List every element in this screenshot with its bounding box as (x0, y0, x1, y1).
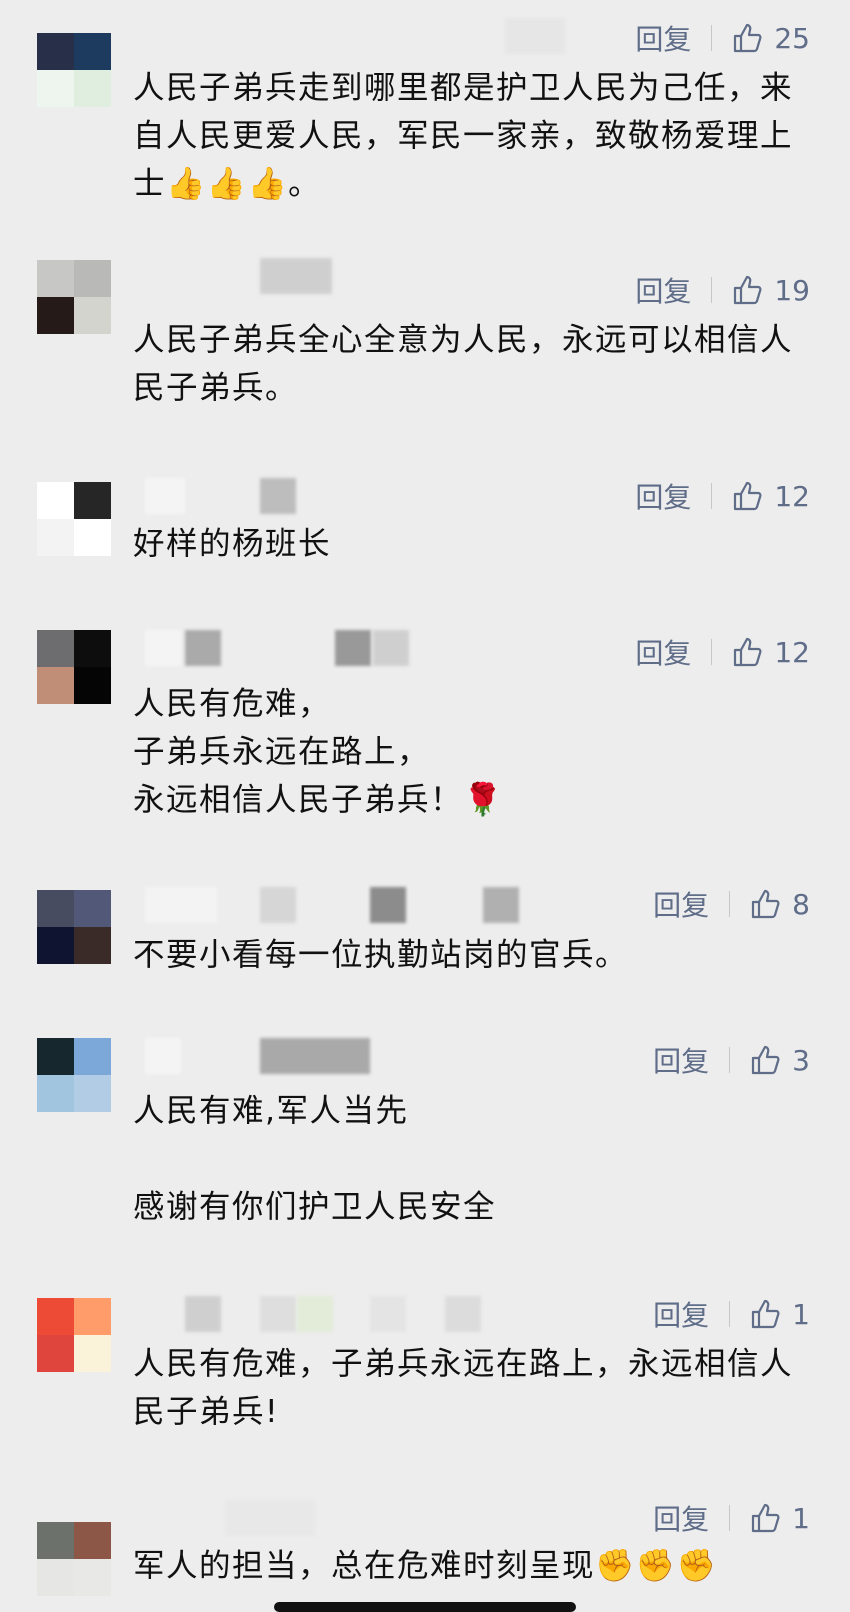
comment-text: 人民有危难，子弟兵永远在路上，永远相信人民子弟兵! (133, 1346, 794, 1430)
thumbs-up-icon[interactable] (732, 274, 764, 306)
avatar-pixel (37, 482, 74, 519)
like-count: 12 (774, 479, 810, 513)
avatar-pixel (37, 630, 74, 667)
avatar-pixel (74, 1522, 111, 1559)
avatar-pixel (74, 1559, 111, 1596)
comment-text: 人民有难,军人当先 感谢有你们护卫人民安全 (133, 1093, 497, 1225)
divider (711, 639, 713, 665)
avatar-pixel (74, 630, 111, 667)
avatar-pixel (37, 667, 74, 704)
avatar-pixel (37, 927, 74, 964)
avatar-pixel (74, 519, 111, 556)
divider (711, 277, 713, 303)
thumbs-up-icon[interactable] (750, 1502, 782, 1534)
reply-button[interactable]: 回复 (635, 18, 691, 58)
avatar-pixel (74, 667, 111, 704)
comment-actions: 回复 8 (653, 884, 810, 924)
comment-text: 人民有危难， 子弟兵永远在路上， 永远相信人民子弟兵！🌹 (133, 686, 504, 818)
avatar-pixel (37, 297, 74, 334)
avatar-pixel (74, 1298, 111, 1335)
avatar-pixel (37, 1335, 74, 1372)
comment-text: 军人的担当，总在危难时刻呈现✊✊✊ (133, 1548, 718, 1584)
reply-button[interactable]: 回复 (635, 476, 691, 516)
thumbs-up-icon[interactable] (750, 1044, 782, 1076)
comment-actions: 回复 19 (635, 270, 810, 310)
comment-text: 人民子弟兵全心全意为人民，永远可以相信人民子弟兵。 (133, 322, 794, 406)
comment-text: 好样的杨班长 (133, 526, 332, 562)
avatar-pixel (74, 260, 111, 297)
divider (711, 483, 713, 509)
avatar-pixel (74, 33, 111, 70)
like-count: 3 (792, 1043, 810, 1077)
avatar-pixel (74, 297, 111, 334)
divider (729, 891, 731, 917)
comment-actions: 回复 25 (635, 18, 810, 58)
divider (729, 1301, 731, 1327)
thumbs-up-icon[interactable] (732, 22, 764, 54)
divider (711, 25, 713, 51)
reply-button[interactable]: 回复 (635, 632, 691, 672)
avatar-pixel (74, 890, 111, 927)
avatar-pixel (74, 1335, 111, 1372)
comment-actions: 回复 1 (653, 1294, 810, 1334)
avatar-pixel (74, 482, 111, 519)
avatar-pixel (37, 1522, 74, 1559)
comment-text: 不要小看每一位执勤站岗的官兵。 (133, 937, 629, 973)
comment-actions: 回复 3 (653, 1040, 810, 1080)
avatar[interactable] (37, 1038, 111, 1112)
avatar-pixel (37, 33, 74, 70)
avatar[interactable] (37, 482, 111, 556)
like-count: 25 (774, 21, 810, 55)
avatar-pixel (37, 1075, 74, 1112)
avatar[interactable] (37, 890, 111, 964)
comment-actions: 回复 1 (653, 1498, 810, 1538)
avatar[interactable] (37, 1522, 111, 1596)
reply-button[interactable]: 回复 (653, 1040, 709, 1080)
home-indicator[interactable] (274, 1602, 576, 1612)
like-count: 1 (792, 1501, 810, 1535)
like-count: 1 (792, 1297, 810, 1331)
avatar-pixel (37, 1038, 74, 1075)
avatar-pixel (74, 927, 111, 964)
avatar-pixel (37, 260, 74, 297)
avatar-pixel (74, 70, 111, 107)
reply-button[interactable]: 回复 (653, 1294, 709, 1334)
reply-button[interactable]: 回复 (635, 270, 691, 310)
comment-text: 人民子弟兵走到哪里都是护卫人民为己任，来自人民更爱人民，军民一家亲，致敬杨爱理上… (133, 70, 794, 202)
thumbs-up-icon[interactable] (732, 480, 764, 512)
thumbs-up-icon[interactable] (750, 888, 782, 920)
reply-button[interactable]: 回复 (653, 1498, 709, 1538)
avatar-pixel (37, 70, 74, 107)
divider (729, 1047, 731, 1073)
avatar-pixel (37, 1559, 74, 1596)
avatar-pixel (37, 890, 74, 927)
reply-button[interactable]: 回复 (653, 884, 709, 924)
avatar-pixel (74, 1038, 111, 1075)
avatar[interactable] (37, 260, 111, 334)
avatar-pixel (37, 1298, 74, 1335)
like-count: 19 (774, 273, 810, 307)
comment-actions: 回复 12 (635, 476, 810, 516)
avatar-pixel (37, 519, 74, 556)
avatar[interactable] (37, 1298, 111, 1372)
avatar-pixel (74, 1075, 111, 1112)
like-count: 12 (774, 635, 810, 669)
thumbs-up-icon[interactable] (732, 636, 764, 668)
comment-actions: 回复 12 (635, 632, 810, 672)
avatar[interactable] (37, 33, 111, 107)
like-count: 8 (792, 887, 810, 921)
thumbs-up-icon[interactable] (750, 1298, 782, 1330)
avatar[interactable] (37, 630, 111, 704)
divider (729, 1505, 731, 1531)
